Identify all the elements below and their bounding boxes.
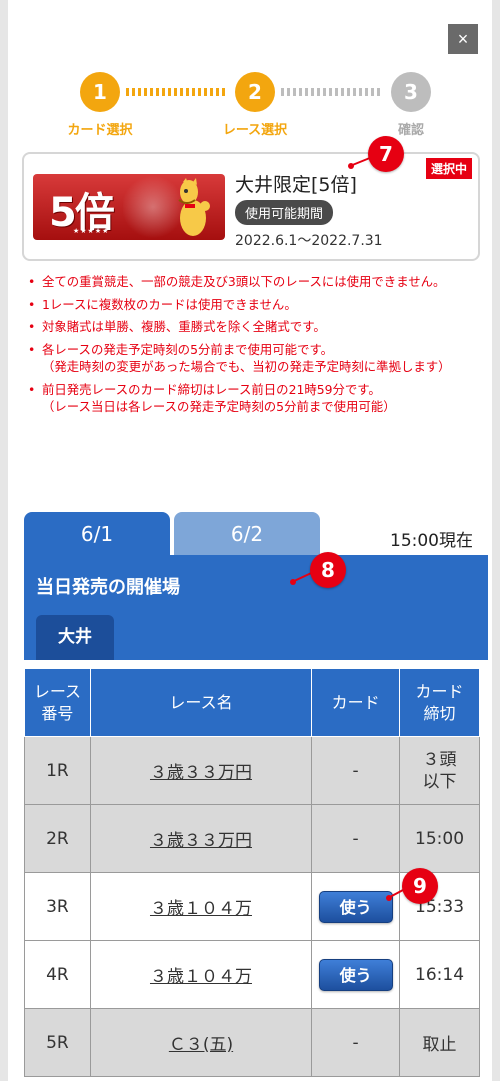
header-race-number: レース 番号 xyxy=(24,668,91,737)
race-name-link[interactable]: ３歳１０４万 xyxy=(150,899,252,919)
table-row: 5R Ｃ３(五) - 取止 xyxy=(24,1008,480,1077)
use-card-button[interactable]: 使う xyxy=(318,890,393,923)
usage-period-pill: 使用可能期間 xyxy=(235,200,334,225)
close-button[interactable]: × xyxy=(448,24,478,54)
card-cell: - xyxy=(311,1008,401,1077)
card-stars: ★★★★★ xyxy=(73,227,110,235)
race-number: 1R xyxy=(24,736,91,805)
race-name-link[interactable]: ３歳１０４万 xyxy=(150,967,252,987)
callout-8: 8 xyxy=(310,552,346,588)
step-3-label: 確認 xyxy=(397,123,424,138)
step-2-circle: 2 xyxy=(235,72,275,112)
race-number: 3R xyxy=(24,872,91,941)
tab-date-6-2[interactable]: 6/2 xyxy=(174,512,320,556)
note-item: 各レースの発走予定時刻の5分前まで使用可能です。 （発走時刻の変更があった場合で… xyxy=(24,341,480,376)
step-1-label: カード選択 xyxy=(67,123,133,138)
tab-date-6-1[interactable]: 6/1 xyxy=(24,512,170,556)
step-connector-1-2 xyxy=(126,88,228,96)
race-number: 5R xyxy=(24,1008,91,1077)
race-number: 2R xyxy=(24,804,91,873)
header-card: カード xyxy=(311,668,401,737)
step-1-circle: 1 xyxy=(80,72,120,112)
horse-mascot-icon xyxy=(178,178,210,236)
race-number: 4R xyxy=(24,940,91,1009)
step-3-circle: 3 xyxy=(391,72,431,112)
card-race-selection-screen: × 1 2 3 カード選択 レース選択 確認 5倍 ★★★★★ 大井限定[5倍]… xyxy=(8,0,492,1081)
venue-section-title: 当日発売の開催場 xyxy=(36,577,180,598)
note-item: 対象賭式は単勝、複勝、重勝式を除く全賭式です。 xyxy=(24,318,480,336)
table-row: 2R ３歳３３万円 - 15:00 xyxy=(24,804,480,873)
table-row: 4R ３歳１０４万 使う 16:14 xyxy=(24,940,480,1009)
venue-panel: 当日発売の開催場 大井 xyxy=(24,555,488,660)
use-card-button[interactable]: 使う xyxy=(318,958,393,991)
progress-stepper: 1 2 3 カード選択 レース選択 確認 xyxy=(8,72,492,142)
step-2-label: レース選択 xyxy=(222,123,288,138)
header-card-deadline: カード 締切 xyxy=(399,668,480,737)
card-deadline: ３頭 以下 xyxy=(399,736,480,805)
note-item: 1レースに複数枚のカードは使用できません。 xyxy=(24,296,480,314)
venue-tab-oi[interactable]: 大井 xyxy=(36,615,114,660)
race-name-link[interactable]: ３歳３３万円 xyxy=(150,831,252,851)
card-deadline: 16:14 xyxy=(399,940,480,1009)
card-cell: - xyxy=(311,804,401,873)
selected-badge: 選択中 xyxy=(425,158,472,179)
usage-notes-list: 全ての重賞競走、一部の競走及び3頭以下のレースには使用できません。 1レースに複… xyxy=(24,273,480,421)
table-row: 1R ３歳３３万円 - ３頭 以下 xyxy=(24,736,480,805)
header-race-name: レース名 xyxy=(89,668,313,737)
card-deadline: 取止 xyxy=(399,1008,480,1077)
selected-card-panel: 5倍 ★★★★★ 大井限定[5倍] 使用可能期間 2022.6.1〜2022.7… xyxy=(22,152,480,261)
card-image: 5倍 ★★★★★ xyxy=(33,174,225,240)
note-item: 前日発売レースのカード締切はレース前日の21時59分です。 （レース当日は各レー… xyxy=(24,381,480,416)
card-deadline: 15:00 xyxy=(399,804,480,873)
card-title: 大井限定[5倍] xyxy=(235,174,357,196)
race-name-link[interactable]: Ｃ３(五) xyxy=(169,1035,233,1055)
callout-9: 9 xyxy=(402,868,438,904)
step-connector-2-3 xyxy=(281,88,383,96)
callout-7: 7 xyxy=(368,136,404,172)
card-cell: - xyxy=(311,736,401,805)
race-name-link[interactable]: ３歳３３万円 xyxy=(150,763,252,783)
as-of-time: 15:00現在 xyxy=(390,531,473,551)
note-item: 全ての重賞競走、一部の競走及び3頭以下のレースには使用できません。 xyxy=(24,273,480,291)
usage-period-dates: 2022.6.1〜2022.7.31 xyxy=(235,233,383,249)
